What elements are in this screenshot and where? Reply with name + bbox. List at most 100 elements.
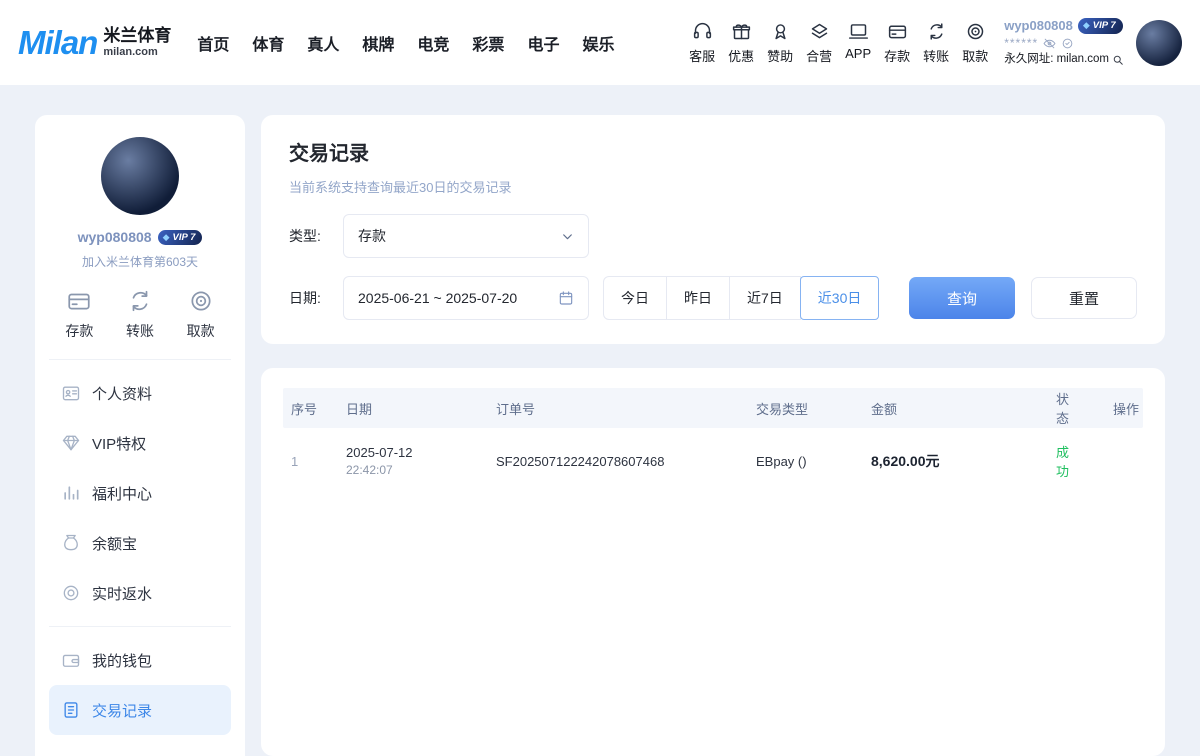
row-index: 1	[283, 454, 338, 469]
sidebar-item-label: 我的钱包	[92, 650, 152, 671]
transactions-table-card: 序号 日期 订单号 交易类型 金额 状态 操作 1 2025-07-12 22:…	[261, 368, 1165, 756]
topbar-action-app[interactable]: APP	[845, 21, 871, 65]
topbar-action-label: APP	[845, 46, 871, 61]
date-range-input[interactable]: 2025-06-21 ~ 2025-07-20	[343, 276, 589, 320]
sidebar-item-vip[interactable]: VIP特权	[49, 418, 231, 468]
nav-item-slots[interactable]: 电子	[527, 31, 559, 55]
headset-icon	[692, 21, 713, 42]
brand-logo[interactable]: Milan 米兰体育 milan.com	[18, 24, 171, 62]
sidebar-item-benefits[interactable]: 福利中心	[49, 468, 231, 518]
table-header: 序号 日期 订单号 交易类型 金额 状态 操作	[283, 388, 1143, 428]
filter-card: 交易记录 当前系统支持查询最近30日的交易记录 类型: 存款 日期: 2025-…	[261, 115, 1165, 344]
topbar-action-withdraw[interactable]: 取款	[962, 21, 988, 65]
laptop-icon	[848, 21, 869, 42]
topbar-action-transfer[interactable]: 转账	[923, 21, 949, 65]
reset-button[interactable]: 重置	[1031, 277, 1137, 319]
col-order-no: 订单号	[488, 399, 748, 418]
sidebar-item-wallet[interactable]: 我的钱包	[49, 635, 231, 685]
coin-icon	[61, 583, 81, 603]
topbar-action-label: 取款	[962, 46, 988, 65]
quick-action-transfer[interactable]: 转账	[126, 288, 154, 341]
sidebar-vip-badge: ◆VIP 7	[158, 230, 203, 245]
row-order-no: SF202507122242078607468	[488, 454, 748, 469]
type-label: 类型:	[289, 226, 343, 246]
topbar-action-support[interactable]: 客服	[689, 21, 715, 65]
main-nav: 首页 体育 真人 棋牌 电竞 彩票 电子 娱乐	[197, 31, 614, 55]
medal-icon	[770, 21, 791, 42]
withdraw-icon	[965, 21, 986, 42]
topbar-action-partner[interactable]: 合营	[806, 21, 832, 65]
query-button[interactable]: 查询	[909, 277, 1015, 319]
sidebar: wyp080808 ◆VIP 7 加入米兰体育第603天 存款 转账	[35, 115, 245, 756]
gem-icon	[61, 433, 81, 453]
quick-range-group: 今日 昨日 近7日 近30日	[603, 276, 879, 320]
brand-name: 米兰体育	[103, 27, 171, 46]
quick-action-deposit[interactable]: 存款	[65, 288, 93, 341]
magnifier-icon[interactable]	[1112, 54, 1124, 66]
sidebar-item-profile[interactable]: 个人资料	[49, 368, 231, 418]
type-filter-row: 类型: 存款	[289, 214, 1137, 258]
quick-action-label: 存款	[65, 321, 93, 341]
brand-text: 米兰体育 milan.com	[103, 27, 171, 58]
page-title: 交易记录	[289, 137, 1137, 166]
sidebar-item-transactions[interactable]: 交易记录	[49, 685, 231, 735]
sidebar-item-label: 交易记录	[92, 700, 152, 721]
topbar-action-label: 合营	[806, 46, 832, 65]
id-card-icon	[61, 383, 81, 403]
nav-item-sports[interactable]: 体育	[252, 31, 284, 55]
range-yesterday-button[interactable]: 昨日	[666, 276, 730, 320]
quick-action-withdraw[interactable]: 取款	[187, 288, 215, 341]
nav-item-cards[interactable]: 棋牌	[362, 31, 394, 55]
topbar-action-label: 赞助	[767, 46, 793, 65]
transfer-icon	[127, 288, 153, 314]
filter-actions: 查询 重置	[909, 277, 1137, 319]
topbar-action-sponsor[interactable]: 赞助	[767, 21, 793, 65]
table-row: 1 2025-07-12 22:42:07 SF2025071222420786…	[283, 428, 1143, 494]
range-today-button[interactable]: 今日	[603, 276, 667, 320]
sidebar-item-label: 实时返水	[92, 583, 152, 604]
user-info[interactable]: wyp080808 ◆VIP 7 ****** 永久网址: milan.com	[1004, 18, 1124, 67]
vip-wing-icon: ◆	[1083, 20, 1090, 32]
sidebar-item-label: VIP特权	[92, 433, 146, 454]
sidebar-item-yuebao[interactable]: 余额宝	[49, 518, 231, 568]
vip-label: VIP 7	[1093, 20, 1116, 32]
range-30days-button[interactable]: 近30日	[800, 276, 880, 320]
nav-item-lottery[interactable]: 彩票	[472, 31, 504, 55]
avatar[interactable]	[1136, 20, 1182, 66]
chevron-down-icon	[561, 230, 574, 243]
gift-icon	[731, 21, 752, 42]
col-date: 日期	[338, 399, 488, 418]
col-status: 状态	[1048, 389, 1077, 427]
page-subtitle: 当前系统支持查询最近30日的交易记录	[289, 177, 1137, 196]
sidebar-item-rebate[interactable]: 实时返水	[49, 568, 231, 618]
col-action: 操作	[1077, 399, 1147, 418]
masked-balance: ******	[1004, 36, 1038, 52]
sidebar-menu-primary: 个人资料 VIP特权 福利中心 余额宝	[49, 360, 231, 627]
quick-action-label: 取款	[187, 321, 215, 341]
nav-item-entertainment[interactable]: 娱乐	[582, 31, 614, 55]
nav-item-home[interactable]: 首页	[197, 31, 229, 55]
sidebar-avatar[interactable]	[101, 137, 179, 215]
quick-action-label: 转账	[126, 321, 154, 341]
sidebar-item-label: 福利中心	[92, 483, 152, 504]
vip-badge: ◆VIP 7	[1078, 18, 1123, 34]
type-select[interactable]: 存款	[343, 214, 589, 258]
topbar-action-deposit[interactable]: 存款	[884, 21, 910, 65]
topbar-action-label: 客服	[689, 46, 715, 65]
row-amount: 8,620.00元	[863, 451, 1048, 471]
refresh-circle-icon[interactable]	[1061, 37, 1074, 50]
nav-item-live[interactable]: 真人	[307, 31, 339, 55]
sidebar-item-label: 个人资料	[92, 383, 152, 404]
range-7days-button[interactable]: 近7日	[729, 276, 801, 320]
nav-item-esports[interactable]: 电竞	[417, 31, 449, 55]
sidebar-quick-actions: 存款 转账 取款	[49, 288, 231, 360]
vip-label: VIP 7	[172, 232, 195, 243]
brand-domain: milan.com	[103, 46, 171, 58]
col-amount: 金额	[863, 399, 1048, 418]
eye-off-icon[interactable]	[1043, 37, 1056, 50]
main-content: 交易记录 当前系统支持查询最近30日的交易记录 类型: 存款 日期: 2025-…	[261, 115, 1165, 756]
row-date-day: 2025-07-12	[346, 445, 480, 460]
topbar-action-promo[interactable]: 优惠	[728, 21, 754, 65]
date-range-value: 2025-06-21 ~ 2025-07-20	[358, 290, 517, 306]
money-bag-icon	[61, 533, 81, 553]
